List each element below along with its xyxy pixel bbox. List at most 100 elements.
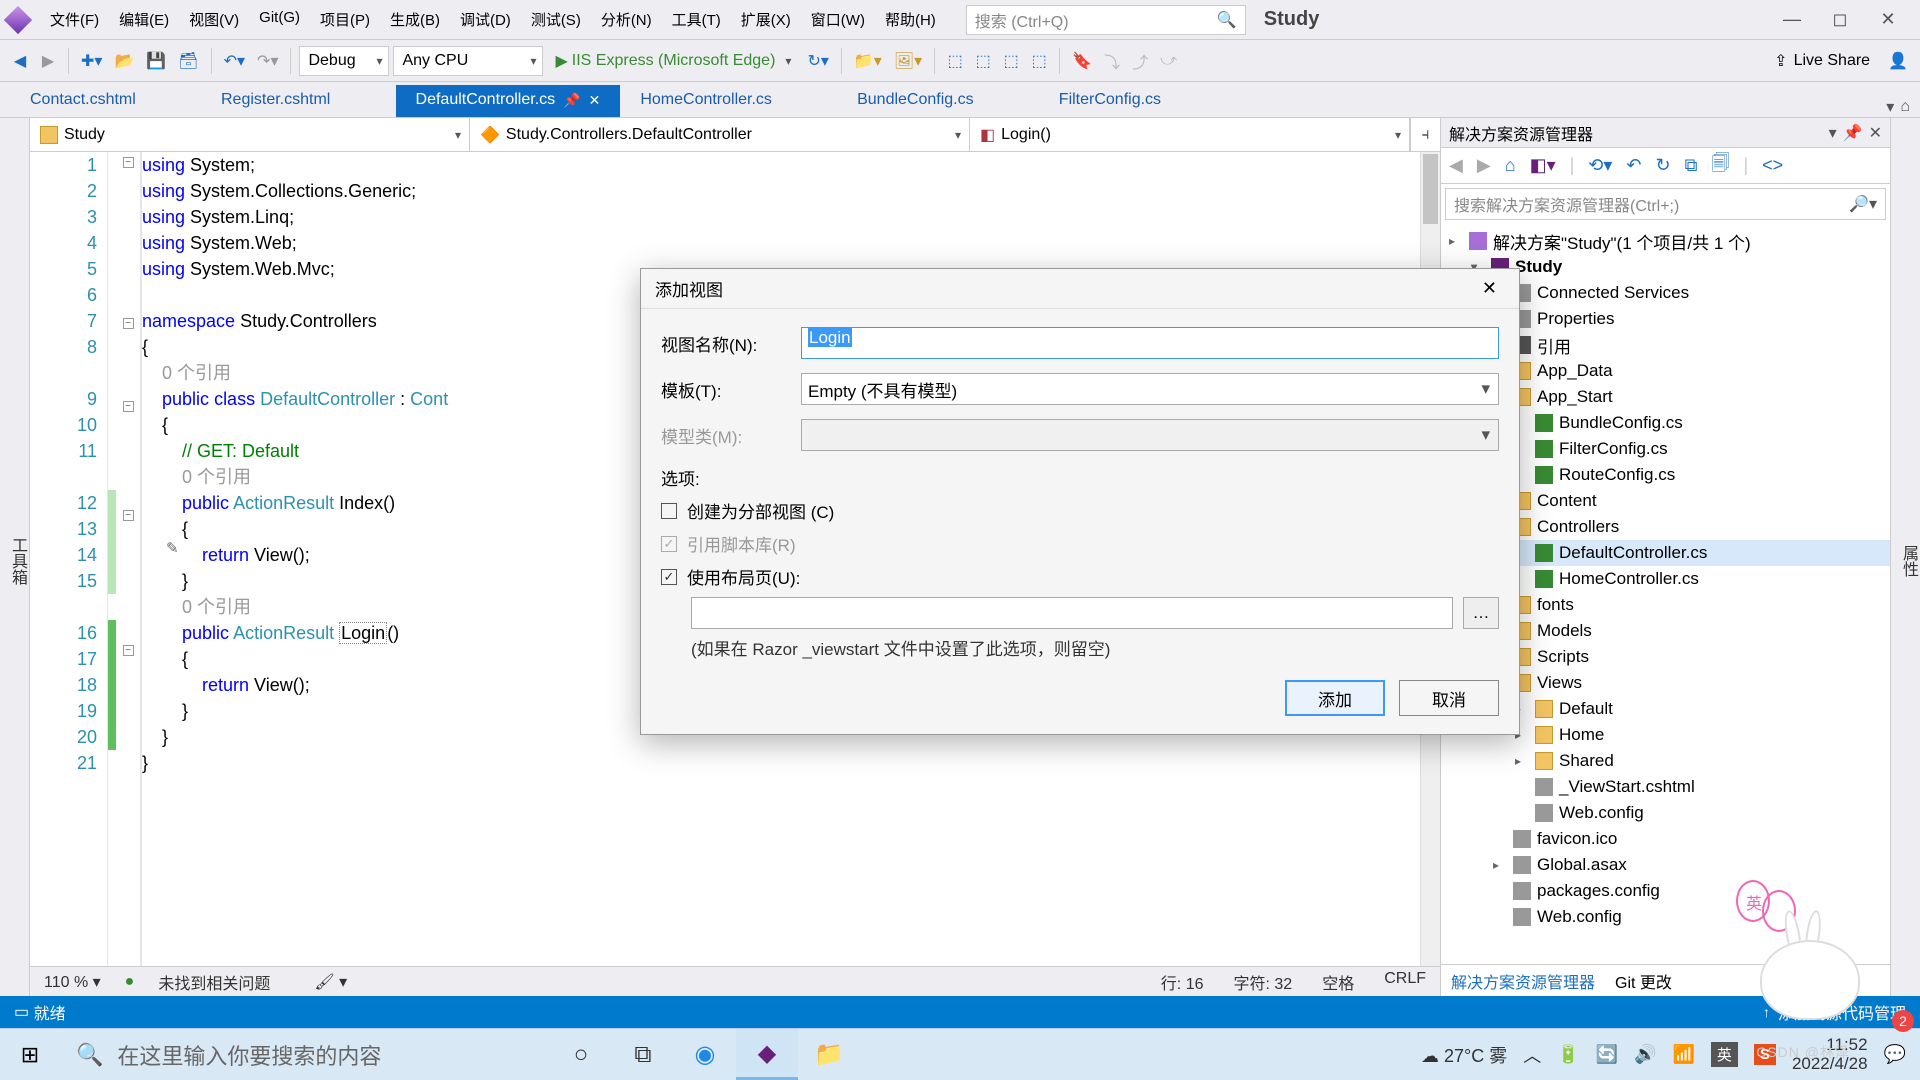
menu-item[interactable]: 工具(T) [662,5,731,34]
sx-showall-icon[interactable]: 🗐 [1711,151,1729,181]
menu-item[interactable]: 编辑(E) [109,5,179,34]
menu-item[interactable]: Git(G) [249,5,310,34]
close-button[interactable]: ✕ [1864,0,1912,40]
tree-node[interactable]: _ViewStart.cshtml [1441,774,1890,800]
open-button[interactable]: 📂 [110,46,138,76]
menu-item[interactable]: 项目(P) [310,5,380,34]
refresh-button[interactable]: ↻▾ [803,46,832,76]
global-search-input[interactable]: 搜索 (Ctrl+Q) 🔍 [966,5,1246,35]
document-tab[interactable]: Register.cshtml📌✕ [201,85,396,117]
dialog-close-button[interactable]: ✕ [1474,274,1505,303]
undo-button[interactable]: ↶▾ [220,46,249,76]
run-button[interactable]: ▶IIS Express (Microsoft Edge)▾ [547,51,799,71]
platform-dropdown[interactable]: Any CPU [393,46,543,76]
add-button[interactable]: 添加 [1285,680,1385,716]
tree-node[interactable]: Web.config [1441,800,1890,826]
sx-refresh-icon[interactable]: ↻ [1656,155,1671,176]
sx-pin-icon[interactable]: 📌 [1843,123,1863,143]
tb-icon-4[interactable]: ⬚ [1027,46,1051,76]
nav-project-dropdown[interactable]: Study [30,118,470,151]
tb-icon-1[interactable]: ⬚ [943,46,967,76]
nav-class-dropdown[interactable]: 🔶Study.Controllers.DefaultController [470,118,970,151]
tab-home-icon[interactable]: ⌂ [1900,98,1910,116]
menu-item[interactable]: 扩展(X) [731,5,801,34]
layout-checkbox[interactable]: ✓ [661,569,677,585]
tree-node[interactable]: packages.config [1441,878,1890,904]
sx-collapse-icon[interactable]: ⧉ [1685,155,1698,176]
menu-item[interactable]: 窗口(W) [801,5,875,34]
scrollbar-thumb[interactable] [1423,154,1438,224]
wifi-icon[interactable]: 📶 [1672,1044,1694,1065]
ime-indicator[interactable]: 英 [1711,1042,1738,1067]
menu-item[interactable]: 分析(N) [591,5,662,34]
add-source-control-button[interactable]: 添加到源代码管理 [1778,1000,1906,1024]
redo-button[interactable]: ↷▾ [253,46,282,76]
sx-home-icon[interactable]: ⌂ [1505,155,1516,176]
sx-footer-git-tab[interactable]: Git 更改 [1615,969,1672,993]
start-button[interactable]: ⊞ [0,1029,60,1080]
nav-fwd-button[interactable]: ▶ [36,46,60,76]
sx-switch-icon[interactable]: ◧▾ [1530,155,1556,176]
sx-back-icon[interactable]: ◀ [1449,155,1463,176]
save-all-button[interactable]: 🗃 [174,46,202,76]
tb-image-icon[interactable]: 🖼▾ [890,46,926,76]
nav-member-dropdown[interactable]: ◧Login() [970,118,1410,151]
notifications-icon[interactable]: 💬 [1884,1044,1906,1065]
tree-node[interactable]: ▸Shared [1441,748,1890,774]
menu-item[interactable]: 视图(V) [179,5,249,34]
tree-node[interactable]: Web.config [1441,904,1890,930]
split-editor-button[interactable]: ⫞ [1410,118,1440,151]
cancel-button[interactable]: 取消 [1399,680,1499,716]
view-name-input[interactable]: Login [801,327,1499,359]
volume-icon[interactable]: 🔊 [1634,1044,1656,1065]
sx-search-input[interactable]: 搜索解决方案资源管理器(Ctrl+;) 🔎▾ [1445,188,1886,220]
new-item-button[interactable]: ✚▾ [77,46,106,76]
sx-code-icon[interactable]: <> [1762,155,1783,176]
layout-path-input[interactable] [691,597,1453,629]
document-tab[interactable]: FilterConfig.cs📌✕ [1039,85,1226,117]
tree-node[interactable]: ▸Global.asax [1441,852,1890,878]
sx-close-icon[interactable]: ✕ [1869,123,1882,143]
menu-item[interactable]: 文件(F) [40,5,109,34]
vs-taskbar-icon[interactable]: ◆ [736,1029,798,1080]
nav-back-button[interactable]: ◀ [8,46,32,76]
cortana-icon[interactable]: ○ [550,1029,612,1080]
sync-icon[interactable]: 🔄 [1596,1044,1618,1065]
brush-icon[interactable]: 🖌 ▾ [314,972,347,992]
document-tab[interactable]: Contact.cshtml📌✕ [10,85,201,117]
tb-folder-icon[interactable]: 📁▾ [850,46,886,76]
explorer-icon[interactable]: 📁 [798,1029,860,1080]
menu-item[interactable]: 生成(B) [380,5,450,34]
tb-bookmark-icon[interactable]: 🔖 [1068,46,1096,76]
sx-sync-icon[interactable]: ⟲▾ [1588,155,1612,176]
document-tab[interactable]: BundleConfig.cs📌✕ [837,85,1039,117]
menu-item[interactable]: 测试(S) [521,5,591,34]
document-tab[interactable]: HomeController.cs📌✕ [620,85,837,117]
template-dropdown[interactable]: Empty (不具有模型) [801,373,1499,405]
browse-layout-button[interactable]: … [1463,597,1499,629]
tray-chevron-icon[interactable]: ︿ [1523,1042,1541,1068]
minimize-button[interactable]: — [1768,0,1816,40]
battery-icon[interactable]: 🔋 [1557,1044,1579,1065]
weather-widget[interactable]: ☁ 27°C 雾 [1421,1042,1507,1068]
maximize-button[interactable]: ◻ [1816,0,1864,40]
sx-options-icon[interactable]: ▾ [1829,123,1837,143]
windows-search-input[interactable]: 🔍 在这里输入你要搜索的内容 [60,1029,550,1080]
save-button[interactable]: 💾 [142,46,170,76]
tab-dropdown-icon[interactable]: ▾ [1886,97,1894,117]
tree-node[interactable]: favicon.ico [1441,826,1890,852]
sx-undo-icon[interactable]: ↶ [1626,155,1641,176]
menu-item[interactable]: 调试(D) [450,5,521,34]
account-icon[interactable]: 👤 [1884,46,1912,76]
partial-view-checkbox[interactable] [661,503,677,519]
config-dropdown[interactable]: Debug [299,46,389,76]
sx-footer-active-tab[interactable]: 解决方案资源管理器 [1451,969,1595,993]
zoom-dropdown[interactable]: 110 % ▾ [44,972,101,992]
edge-icon[interactable]: ◉ [674,1029,736,1080]
sx-fwd-icon[interactable]: ▶ [1477,155,1491,176]
tb-icon-3[interactable]: ⬚ [999,46,1023,76]
task-view-icon[interactable]: ⧉ [612,1029,674,1080]
tb-icon-2[interactable]: ⬚ [971,46,995,76]
menu-item[interactable]: 帮助(H) [875,5,946,34]
left-toolbox-tab[interactable]: 工具箱 [0,118,30,996]
